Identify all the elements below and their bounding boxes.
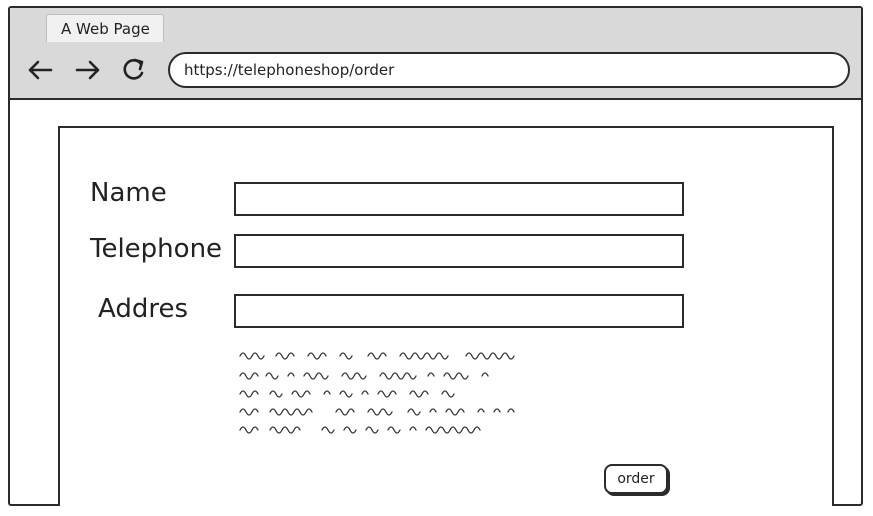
- name-label: Name: [90, 178, 167, 208]
- reload-button[interactable]: [120, 56, 148, 84]
- browser-tab[interactable]: A Web Page: [46, 14, 164, 42]
- address-label: Addres: [98, 294, 188, 324]
- address-input[interactable]: [236, 296, 682, 326]
- order-button[interactable]: order: [604, 464, 668, 494]
- arrow-left-icon: [28, 60, 53, 80]
- placeholder-text-scribble: [239, 352, 515, 434]
- forward-button[interactable]: [74, 56, 102, 84]
- telephone-field[interactable]: [234, 234, 684, 268]
- order-form-panel: Name Telephone Addres order: [58, 126, 834, 506]
- name-field[interactable]: [234, 182, 684, 216]
- url-input[interactable]: [182, 60, 848, 80]
- telephone-label: Telephone: [90, 234, 223, 264]
- reload-icon: [123, 58, 144, 80]
- browser-window: A Web Page Name Telephone: [8, 6, 863, 506]
- back-button[interactable]: [26, 56, 54, 84]
- arrow-right-icon: [75, 60, 100, 80]
- tab-title: A Web Page: [61, 20, 150, 38]
- address-field[interactable]: [234, 294, 684, 328]
- address-bar[interactable]: [168, 52, 850, 88]
- telephone-input[interactable]: [236, 236, 682, 266]
- browser-toolbar: A Web Page: [10, 8, 861, 100]
- name-input[interactable]: [236, 184, 682, 214]
